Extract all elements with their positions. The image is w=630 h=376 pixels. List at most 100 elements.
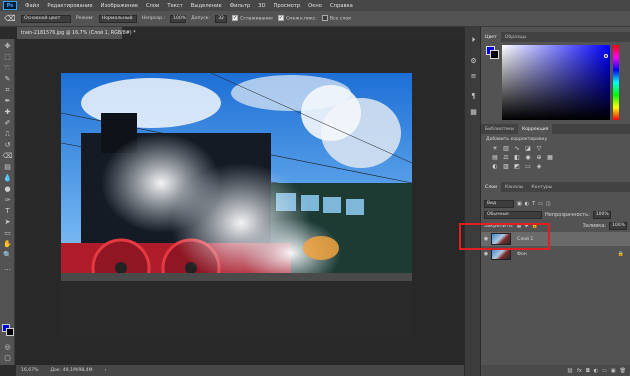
curves-icon[interactable]: ∿	[513, 145, 521, 152]
document-tab[interactable]: train-2181576.jpg @ 16,7% (Слой 1, RGB/8…	[17, 27, 136, 39]
layer-opacity-value: 100%	[595, 212, 609, 217]
menu-image[interactable]: Изображение	[97, 3, 142, 9]
visibility-eye-icon[interactable]: ◉	[481, 251, 491, 257]
vibrance-icon[interactable]: ▽	[535, 145, 543, 152]
brush-panel-icon[interactable]: ▦	[468, 107, 479, 117]
pen-tool-icon[interactable]: ✑	[2, 195, 13, 205]
menu-view[interactable]: Просмотр	[270, 3, 305, 9]
channel-mixer-icon[interactable]: ⊕	[535, 154, 543, 161]
type-tool-icon[interactable]: T	[2, 206, 13, 216]
dodge-tool-icon[interactable]: ●	[2, 184, 13, 194]
selective-color-icon[interactable]: ◈	[535, 163, 543, 170]
opacity-label: Непрозр.:	[141, 16, 166, 21]
menu-3d[interactable]: 3D	[254, 3, 269, 9]
brush-tool-icon[interactable]: ✐	[2, 118, 13, 128]
filter-type-icon[interactable]: T	[532, 201, 535, 207]
adjustments-title: Добавить корректировку	[486, 137, 548, 142]
hue-saturation-icon[interactable]: ▤	[491, 154, 499, 161]
new-layer-icon[interactable]: ▣	[611, 368, 616, 374]
healing-tool-icon[interactable]: ✚	[2, 107, 13, 117]
clone-stamp-tool-icon[interactable]: ⎍	[2, 129, 13, 139]
color-picker-handle[interactable]	[604, 54, 608, 58]
add-mask-icon[interactable]: ◘	[586, 368, 590, 374]
history-brush-tool-icon[interactable]: ↺	[2, 140, 13, 150]
eraser-icon[interactable]: ⌫	[4, 14, 16, 24]
tab-channels[interactable]: Каналы	[501, 182, 527, 192]
menu-filter[interactable]: Фильтр	[226, 3, 255, 9]
posterize-icon[interactable]: ▨	[502, 163, 510, 170]
filter-pixel-icon[interactable]: ▣	[517, 201, 522, 207]
antialias-checkbox[interactable]: ✓ Сглаживание	[232, 15, 273, 22]
menu-select[interactable]: Выделение	[187, 3, 226, 9]
zoom-tool-icon[interactable]: 🔍	[2, 250, 13, 260]
tab-adjustments[interactable]: Коррекция	[517, 124, 553, 134]
filter-adjust-icon[interactable]: ◐	[525, 201, 529, 207]
layer-opacity-field[interactable]: 100%	[592, 210, 611, 219]
shape-tool-icon[interactable]: ▭	[2, 228, 13, 238]
screen-mode-icon[interactable]: ▢	[2, 353, 13, 363]
gradient-tool-icon[interactable]: ▤	[2, 162, 13, 172]
color-picker-field[interactable]	[502, 45, 610, 120]
path-select-tool-icon[interactable]: ➤	[2, 217, 13, 227]
filter-smart-icon[interactable]: ◫	[546, 201, 551, 207]
contiguous-checkbox[interactable]: ✓ Смежн.пикс.	[277, 15, 317, 22]
character-panel-icon[interactable]: ≡	[468, 71, 479, 81]
history-panel-icon[interactable]: ⏵	[468, 35, 479, 45]
color-lookup-icon[interactable]: ▦	[546, 154, 554, 161]
background-color-swatch[interactable]	[6, 328, 14, 336]
link-layers-icon[interactable]: ⛓	[567, 368, 573, 374]
tab-layers[interactable]: Слои	[481, 182, 501, 192]
menu-file[interactable]: Файл	[21, 3, 43, 9]
blur-tool-icon[interactable]: 💧	[2, 173, 13, 183]
tab-swatches[interactable]: Образцы	[501, 32, 530, 42]
menu-window[interactable]: Окно	[304, 3, 326, 9]
lasso-tool-icon[interactable]: ➰	[2, 63, 13, 73]
delete-layer-icon[interactable]: 🗑	[620, 368, 626, 374]
tab-paths[interactable]: Контуры	[527, 182, 556, 192]
levels-icon[interactable]: ▥	[502, 145, 510, 152]
crop-tool-icon[interactable]: ⌗	[2, 85, 13, 95]
tab-color[interactable]: Цвет	[481, 32, 501, 42]
quick-mask-icon[interactable]: ◎	[2, 342, 13, 352]
eraser-tool-icon[interactable]: ⌫	[2, 151, 13, 161]
invert-icon[interactable]: ◐	[491, 163, 499, 170]
eyedropper-tool-icon[interactable]: ✒	[2, 96, 13, 106]
menu-type[interactable]: Текст	[163, 3, 186, 9]
opacity-field[interactable]: 100%	[170, 14, 186, 23]
preset-dropdown[interactable]: Основной цвет	[21, 14, 71, 23]
layer-kind-filter[interactable]: Вид	[484, 199, 514, 208]
color-balance-icon[interactable]: ⚖	[502, 154, 510, 161]
more-tools-icon[interactable]: …	[2, 263, 13, 273]
menu-edit[interactable]: Редактирование	[43, 3, 96, 9]
hue-slider[interactable]	[613, 45, 619, 120]
new-adjustment-icon[interactable]: ◐	[594, 368, 598, 374]
tab-libraries[interactable]: Библиотеки	[481, 124, 518, 134]
photo-filter-icon[interactable]: ◉	[524, 154, 532, 161]
blend-mode-dropdown[interactable]: Обычные	[484, 210, 542, 219]
threshold-icon[interactable]: ◩	[513, 163, 521, 170]
mode-value: Нормальный	[101, 16, 133, 21]
zoom-level[interactable]: 16,67%	[21, 368, 39, 373]
filter-shape-icon[interactable]: ▭	[538, 201, 543, 207]
status-arrow-icon[interactable]: ›	[105, 368, 107, 373]
menu-help[interactable]: Справка	[326, 3, 357, 9]
menu-layers[interactable]: Слои	[142, 3, 163, 9]
move-tool-icon[interactable]: ✥	[2, 41, 13, 51]
gradient-map-icon[interactable]: ▭	[524, 163, 532, 170]
all-layers-checkbox[interactable]: Все слои	[321, 15, 351, 22]
mode-dropdown[interactable]: Нормальный	[98, 14, 137, 23]
tolerance-field[interactable]: 32	[215, 14, 228, 23]
black-white-icon[interactable]: ◧	[513, 154, 521, 161]
brightness-icon[interactable]: ☀	[491, 145, 499, 152]
paragraph-panel-icon[interactable]: ¶	[468, 91, 479, 101]
hand-tool-icon[interactable]: ✋	[2, 239, 13, 249]
fx-icon[interactable]: fx	[577, 368, 582, 374]
marquee-tool-icon[interactable]: ⬚	[2, 52, 13, 62]
quick-select-tool-icon[interactable]: ✎	[2, 74, 13, 84]
exposure-icon[interactable]: ◪	[524, 145, 532, 152]
new-group-icon[interactable]: ▭	[602, 368, 607, 374]
fill-field[interactable]: 100%	[609, 221, 627, 230]
image-canvas[interactable]	[61, 73, 412, 336]
color-background-swatch[interactable]	[490, 50, 499, 59]
properties-panel-icon[interactable]: ⚙	[468, 56, 479, 66]
